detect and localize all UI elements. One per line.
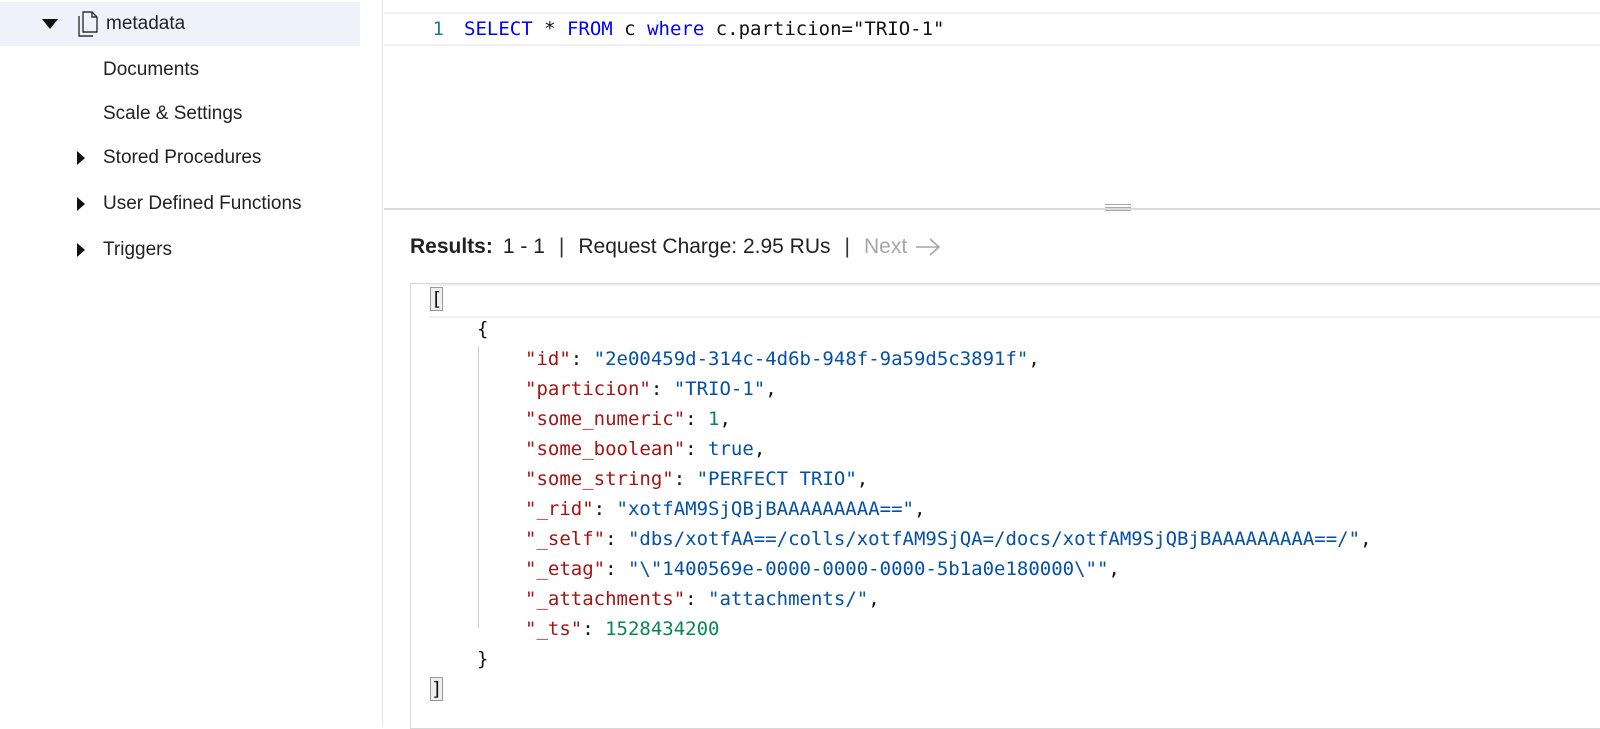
results-bar: Results: 1 - 1 | Request Charge: 2.95 RU… [410,232,941,262]
keyword-where: where [647,18,705,40]
splitter-grip-icon[interactable] [1105,202,1131,214]
close-brace: } [477,648,489,670]
open-bracket: [ [429,287,444,311]
json-field-row: "_etag": "\"1400569e-0000-0000-0000-5b1a… [525,558,1120,580]
token-condition: c.particion="TRIO-1" [704,18,945,40]
json-result-viewer[interactable]: [ { "id": "2e00459d-314c-4d6b-948f-9a59d… [410,283,1600,729]
tree-item-label: User Defined Functions [103,193,302,214]
json-field-row: "particion": "TRIO-1", [525,378,777,400]
json-key: "some_numeric" [525,408,686,430]
json-field-row: "_attachments": "attachments/", [525,588,880,610]
tree-item-metadata[interactable]: metadata [0,2,360,46]
json-value: "attachments/" [708,588,869,610]
tree-item-triggers[interactable]: Triggers [0,228,172,272]
json-key: "id" [525,348,571,370]
json-key: "particion" [525,378,651,400]
keyword-from: FROM [566,18,613,40]
json-value: "xotfAM9SjQBjBAAAAAAAAA==" [616,498,914,520]
json-key: "_attachments" [525,588,686,610]
token-alias: c [612,18,648,40]
json-value: "2e00459d-314c-4d6b-948f-9a59d5c3891f" [593,348,1029,370]
request-charge: Request Charge: 2.95 RUs [578,235,831,258]
tree-item-documents[interactable]: Documents [0,48,199,92]
json-line-close-brace: } [477,644,488,674]
pane-splitter[interactable] [384,208,1600,210]
chevron-right-icon[interactable] [77,243,85,257]
open-brace: { [477,318,489,340]
tree-item-label: Stored Procedures [103,147,262,168]
next-button[interactable]: Next [864,235,941,259]
tree-item-label: Triggers [103,239,172,260]
json-field-row: "some_string": "PERFECT TRIO", [525,468,869,490]
line-number: 1 [432,18,444,40]
arrow-right-icon [916,238,941,256]
query-line[interactable]: 1 SELECT * FROM c where c.particion="TRI… [384,12,1600,46]
json-line-open-bracket: [ [429,284,444,314]
chevron-right-icon[interactable] [77,151,85,165]
json-value: "\"1400569e-0000-0000-0000-5b1a0e180000\… [627,558,1109,580]
json-key: "some_boolean" [525,438,686,460]
results-separator: | [558,235,565,258]
tree-item-stored-procedures[interactable]: Stored Procedures [0,136,261,180]
json-field-row: "_rid": "xotfAM9SjQBjBAAAAAAAAA==", [525,498,926,520]
json-key: "_self" [525,528,606,550]
json-line-open-brace: { [477,314,488,344]
chevron-right-icon[interactable] [77,197,85,211]
current-line-highlight [429,284,1600,318]
json-value: true [708,438,754,460]
json-value: "dbs/xotfAA==/colls/xotfAM9SjQA=/docs/xo… [627,528,1361,550]
chevron-down-icon[interactable] [42,19,58,29]
json-field-row: "some_boolean": true, [525,438,766,460]
json-field-row: "some_numeric": 1, [525,408,731,430]
tree-item-scale-settings[interactable]: Scale & Settings [0,92,242,136]
tree-item-label: metadata [106,13,186,34]
json-key: "_ts" [525,618,583,640]
tree-item-user-defined-functions[interactable]: User Defined Functions [0,182,302,226]
json-key: "_rid" [525,498,594,520]
token-star: * [532,18,567,40]
json-value: "PERFECT TRIO" [696,468,857,490]
next-label: Next [863,235,908,258]
json-line-close-bracket: ] [429,674,444,704]
results-separator: | [844,235,850,258]
json-value: 1 [708,408,720,430]
results-label: Results: [410,235,493,258]
json-key: "_etag" [525,558,606,580]
collection-icon [78,11,98,37]
close-bracket: ] [429,677,444,701]
query-editor[interactable]: 1 SELECT * FROM c where c.particion="TRI… [384,0,1600,208]
resource-tree: metadata Documents Scale & Settings Stor… [0,0,383,727]
json-field-row: "id": "2e00459d-314c-4d6b-948f-9a59d5c38… [525,348,1040,370]
results-range: 1 - 1 [502,235,545,258]
json-value: 1528434200 [605,618,720,640]
json-key: "some_string" [525,468,674,490]
json-value: "TRIO-1" [673,378,766,400]
json-field-row: "_self": "dbs/xotfAA==/colls/xotfAM9SjQA… [525,528,1372,550]
tree-item-label: Documents [103,59,200,80]
tree-item-label: Scale & Settings [103,103,243,124]
indent-guide [478,346,479,628]
json-field-row: "_ts": 1528434200 [525,618,720,640]
keyword-select: SELECT [464,18,533,40]
